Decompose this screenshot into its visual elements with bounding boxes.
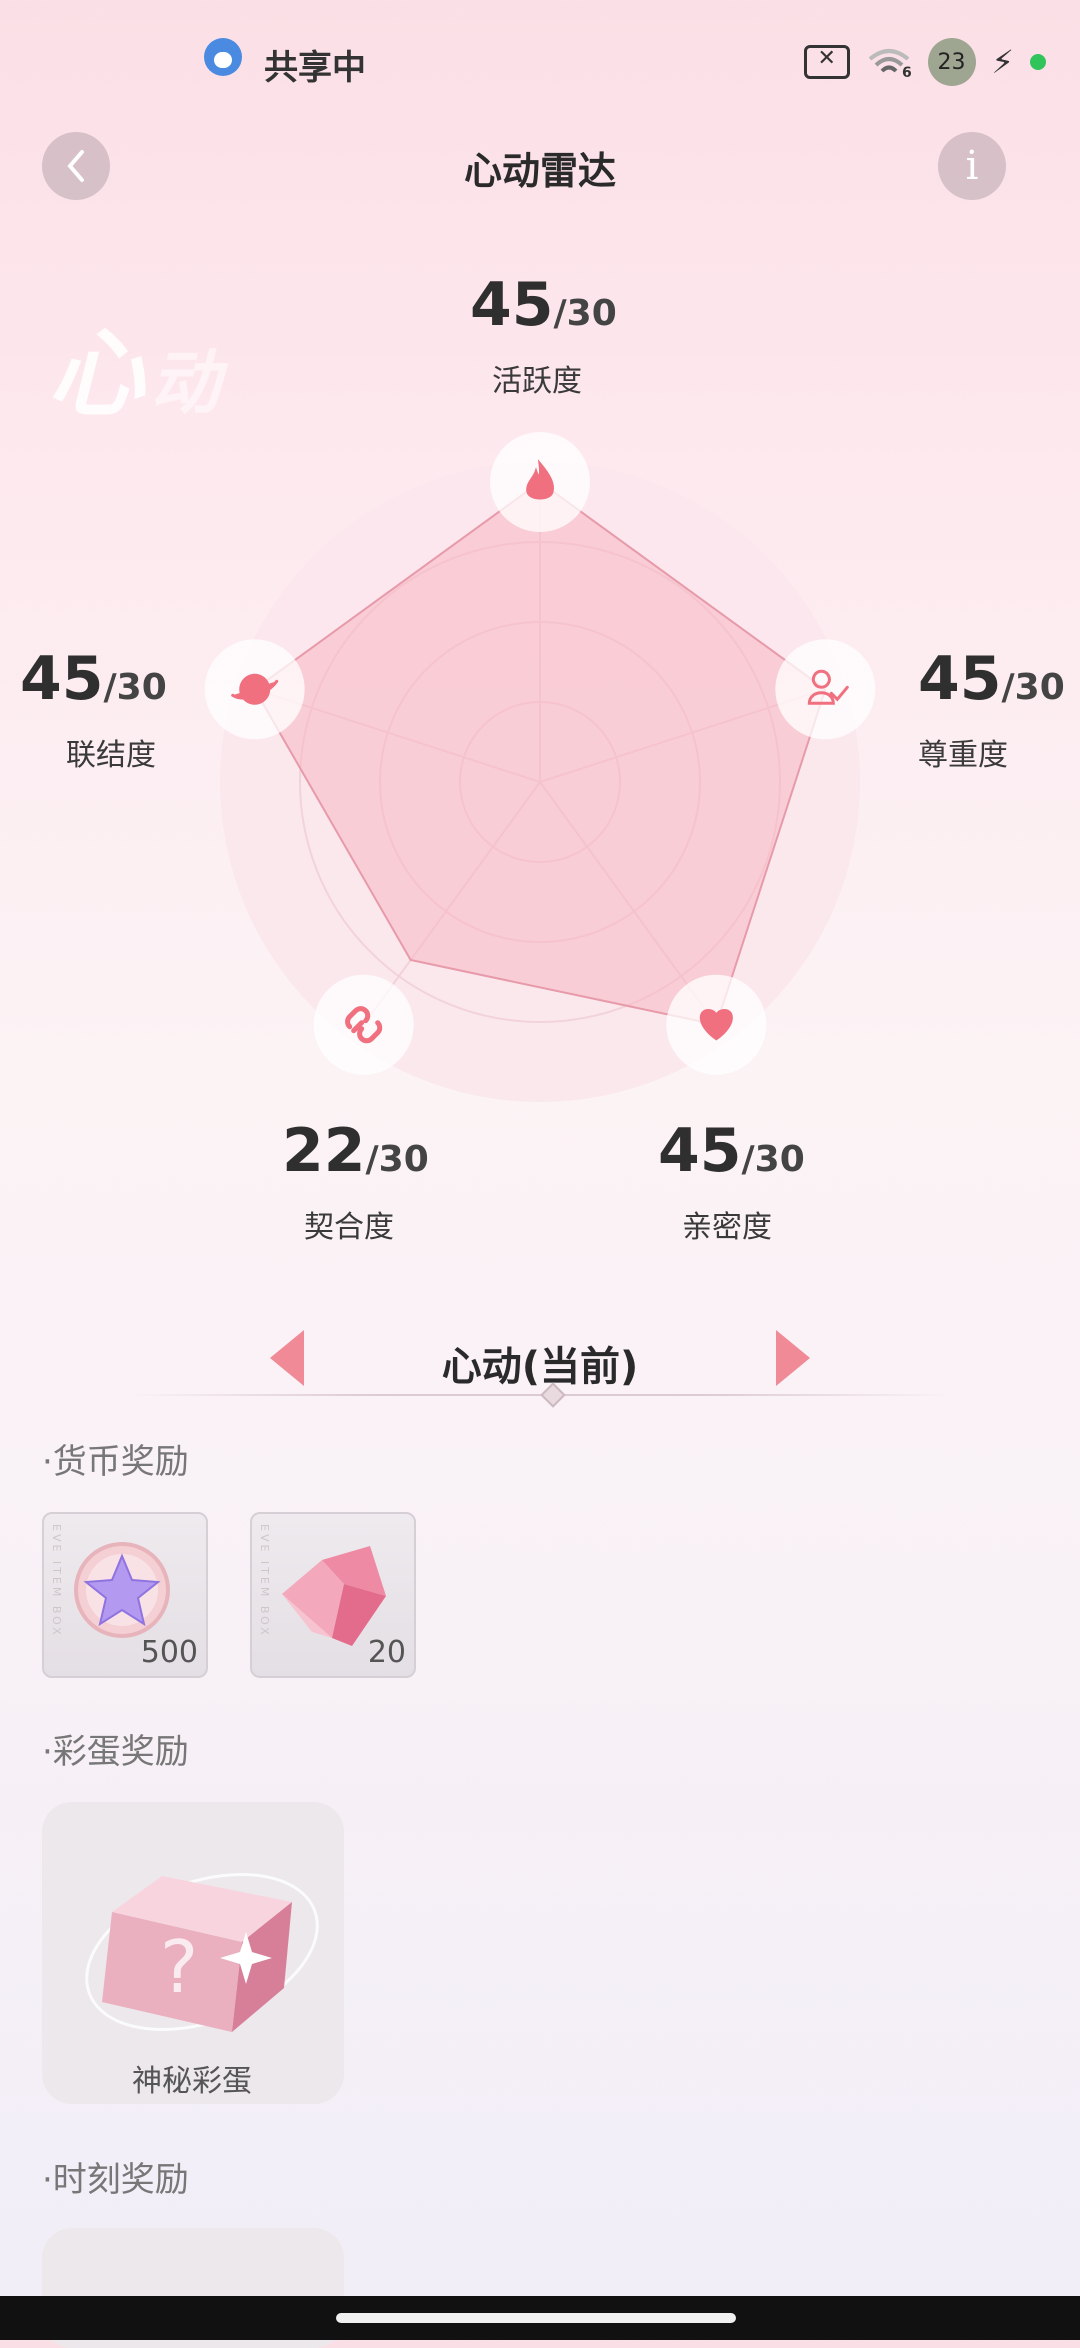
moment-section-title: ·时刻奖励 xyxy=(42,2160,189,2200)
connection-max: /30 xyxy=(103,667,167,708)
respect-max: /30 xyxy=(1001,667,1065,708)
fit-label: 契合度 xyxy=(304,1210,394,1245)
respect-score: 45/30 xyxy=(918,644,1065,714)
next-level-button[interactable] xyxy=(776,1330,810,1386)
activity-label: 活跃度 xyxy=(492,364,582,399)
activity-max: /30 xyxy=(553,293,617,334)
fit-score: 22/30 xyxy=(282,1116,429,1186)
level-title: 心动(当前) xyxy=(441,1344,639,1390)
intimacy-max: /30 xyxy=(741,1139,805,1180)
intimacy-label: 亲密度 xyxy=(682,1210,772,1245)
respect-label: 尊重度 xyxy=(918,738,1008,773)
svg-text:?: ? xyxy=(160,1925,198,2009)
star-coin-quantity: 500 xyxy=(140,1635,198,1670)
respect-icon-bg xyxy=(775,639,876,740)
reward-card-star-coin[interactable]: EVE ITEM BOX 500 xyxy=(42,1512,208,1678)
currency-section-title: ·货币奖励 xyxy=(42,1442,189,1482)
connection-label: 联结度 xyxy=(66,738,156,773)
reward-card-pink-crystal[interactable]: EVE ITEM BOX 20 xyxy=(250,1512,416,1678)
activity-value: 45 xyxy=(470,270,554,340)
easter-egg-section-title: ·彩蛋奖励 xyxy=(42,1732,189,1772)
connection-value: 45 xyxy=(20,644,104,714)
respect-value: 45 xyxy=(918,644,1002,714)
pink-crystal-quantity: 20 xyxy=(367,1635,406,1670)
fit-value: 22 xyxy=(282,1116,366,1186)
intimacy-value: 45 xyxy=(658,1116,742,1186)
mystery-box-icon: ? xyxy=(85,1872,319,2032)
home-indicator[interactable] xyxy=(336,2313,736,2323)
fit-icon-bg xyxy=(313,974,414,1075)
activity-score: 45/30 xyxy=(470,270,617,340)
mystery-egg-label: 神秘彩蛋 xyxy=(132,2064,252,2099)
fit-max: /30 xyxy=(365,1139,429,1180)
connection-score: 45/30 xyxy=(20,644,167,714)
intimacy-score: 45/30 xyxy=(658,1116,805,1186)
